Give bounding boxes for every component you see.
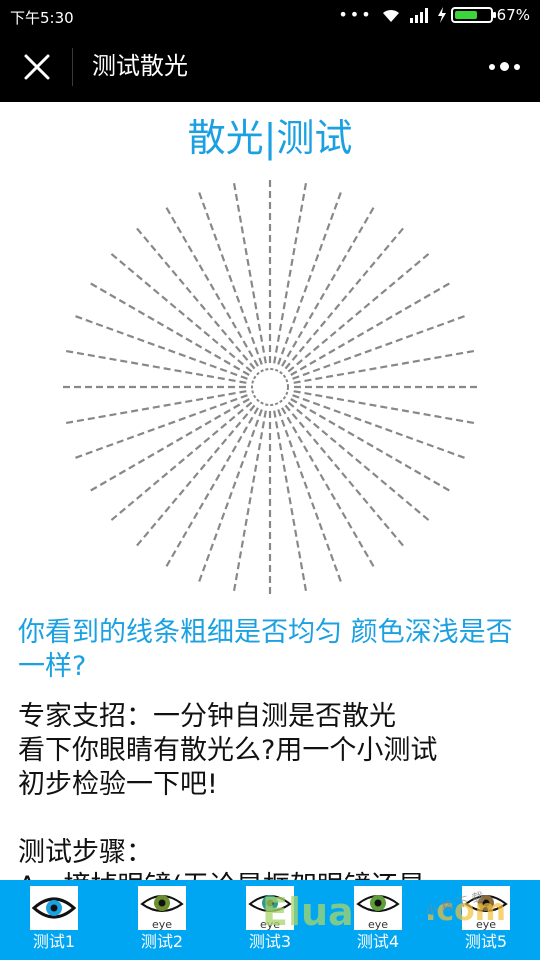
chart-ray bbox=[273, 179, 308, 364]
more-menu-icon[interactable] bbox=[489, 62, 520, 71]
tab-label: 测试2 bbox=[140, 932, 184, 951]
chart-ray bbox=[62, 349, 247, 384]
tab-label: 测试5 bbox=[464, 932, 508, 951]
paragraph-line: 初步检验一下吧! bbox=[18, 769, 218, 800]
paragraph-line: 测试步骤： bbox=[18, 837, 153, 868]
chart-center-ring bbox=[251, 368, 289, 406]
chart-ray bbox=[62, 390, 247, 425]
eye-icon: eye bbox=[138, 886, 186, 931]
battery-icon bbox=[450, 7, 496, 23]
page-content[interactable]: 散光|测试 你看到的线条粗细是否均匀 颜色深浅是否一样? 专家支招：一分钟自测是… bbox=[0, 102, 540, 880]
status-icons: ••• 67% bbox=[338, 6, 530, 24]
title-divider bbox=[72, 48, 73, 86]
window-title: 测试散光 bbox=[92, 52, 188, 80]
tab-test1[interactable]: 测试1 bbox=[0, 880, 108, 960]
title-bar: 测试散光 bbox=[0, 32, 540, 102]
battery-percent: 67% bbox=[496, 6, 530, 24]
signal-icon bbox=[409, 8, 428, 23]
more-dots-icon: ••• bbox=[338, 5, 373, 24]
tab-label: 测试3 bbox=[248, 932, 292, 951]
tab-label: 测试4 bbox=[356, 932, 400, 951]
wifi-icon bbox=[382, 9, 399, 22]
chart-ray bbox=[293, 349, 478, 384]
article-body: 专家支招：一分钟自测是否散光 看下你眼睛有散光么?用一个小测试 初步检验一下吧!… bbox=[18, 700, 538, 880]
charging-icon bbox=[437, 7, 446, 23]
chart-ray bbox=[232, 179, 267, 364]
status-bar: 下午5:30 ••• 67% bbox=[0, 0, 540, 32]
paragraph-line: A、摘掉眼镜(无论是框架眼镜还是 bbox=[18, 870, 538, 880]
page-heading: 散光|测试 bbox=[187, 116, 353, 160]
close-icon[interactable] bbox=[22, 52, 52, 82]
watermark-logo: Elua bbox=[262, 890, 354, 934]
astigmatism-rays bbox=[60, 177, 480, 597]
question-text: 你看到的线条粗细是否均匀 颜色深浅是否一样? bbox=[18, 617, 513, 682]
astigmatism-chart bbox=[60, 177, 480, 597]
status-time: 下午5:30 bbox=[10, 9, 74, 27]
eye-icon-text: eye bbox=[367, 918, 389, 931]
tab-test2[interactable]: eye 测试2 bbox=[108, 880, 216, 960]
chart-ray bbox=[273, 410, 308, 595]
eye-icon bbox=[30, 886, 78, 930]
eye-icon-text: eye bbox=[151, 918, 173, 931]
eye-icon: eye bbox=[354, 886, 402, 931]
chart-ray bbox=[293, 390, 478, 425]
tab-label: 测试1 bbox=[32, 932, 76, 951]
paragraph-line bbox=[18, 802, 538, 836]
paragraph-line: 看下你眼睛有散光么?用一个小测试 bbox=[18, 735, 438, 766]
paragraph-line: 专家支招：一分钟自测是否散光 bbox=[18, 701, 396, 732]
chart-ray bbox=[232, 410, 267, 595]
battery: 67% bbox=[437, 6, 530, 24]
